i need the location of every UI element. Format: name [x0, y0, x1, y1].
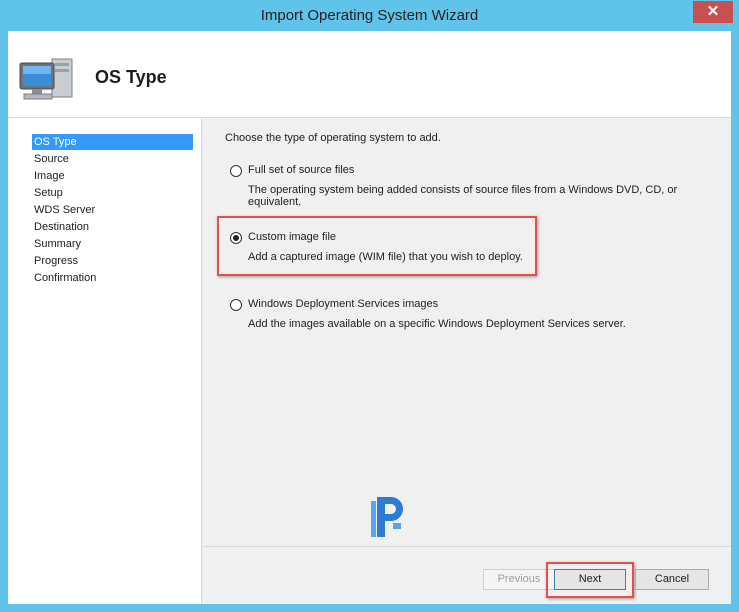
- wizard-footer: Previous Next Cancel: [201, 546, 731, 604]
- close-button[interactable]: ✕: [693, 1, 733, 23]
- next-button[interactable]: Next: [554, 569, 626, 590]
- nav-step-wds-server[interactable]: WDS Server: [32, 202, 193, 218]
- watermark-logo: [371, 497, 403, 537]
- wizard-header: OS Type: [8, 31, 731, 118]
- radio-selected-dot: [233, 235, 239, 241]
- page-title: OS Type: [95, 67, 167, 87]
- wds-images-radio[interactable]: [230, 299, 242, 311]
- custom-image-label[interactable]: Custom image file: [248, 231, 336, 243]
- title-bar[interactable]: Import Operating System Wizard ✕: [0, 0, 739, 32]
- full-source-description: The operating system being added consist…: [248, 184, 678, 208]
- previous-button[interactable]: Previous: [483, 569, 555, 590]
- custom-image-description: Add a captured image (WIM file) that you…: [248, 251, 523, 263]
- computer-icon: [19, 58, 73, 100]
- nav-step-destination[interactable]: Destination: [32, 219, 193, 235]
- nav-step-source[interactable]: Source: [32, 151, 193, 167]
- wizard-client-area: OS Type OS Type Source Image Setup WDS S…: [8, 31, 731, 604]
- wizard-content: Choose the type of operating system to a…: [201, 118, 731, 546]
- instruction-text: Choose the type of operating system to a…: [225, 132, 441, 144]
- window-title: Import Operating System Wizard: [260, 7, 479, 24]
- wizard-window: Import Operating System Wizard ✕ OS Type…: [0, 0, 739, 612]
- nav-step-progress[interactable]: Progress: [32, 253, 193, 269]
- highlight-box-custom-image: [217, 216, 537, 276]
- wds-images-description: Add the images available on a specific W…: [248, 318, 626, 330]
- full-source-radio[interactable]: [230, 165, 242, 177]
- nav-step-confirmation[interactable]: Confirmation: [32, 270, 193, 286]
- custom-image-radio[interactable]: [230, 232, 242, 244]
- nav-step-setup[interactable]: Setup: [32, 185, 193, 201]
- wds-images-label[interactable]: Windows Deployment Services images: [248, 298, 438, 310]
- nav-step-os-type[interactable]: OS Type: [32, 134, 193, 150]
- cancel-button[interactable]: Cancel: [635, 569, 709, 590]
- wizard-steps-nav: OS Type Source Image Setup WDS Server De…: [8, 118, 201, 604]
- full-source-label[interactable]: Full set of source files: [248, 164, 354, 176]
- close-icon: ✕: [706, 3, 720, 20]
- nav-step-summary[interactable]: Summary: [32, 236, 193, 252]
- nav-step-image[interactable]: Image: [32, 168, 193, 184]
